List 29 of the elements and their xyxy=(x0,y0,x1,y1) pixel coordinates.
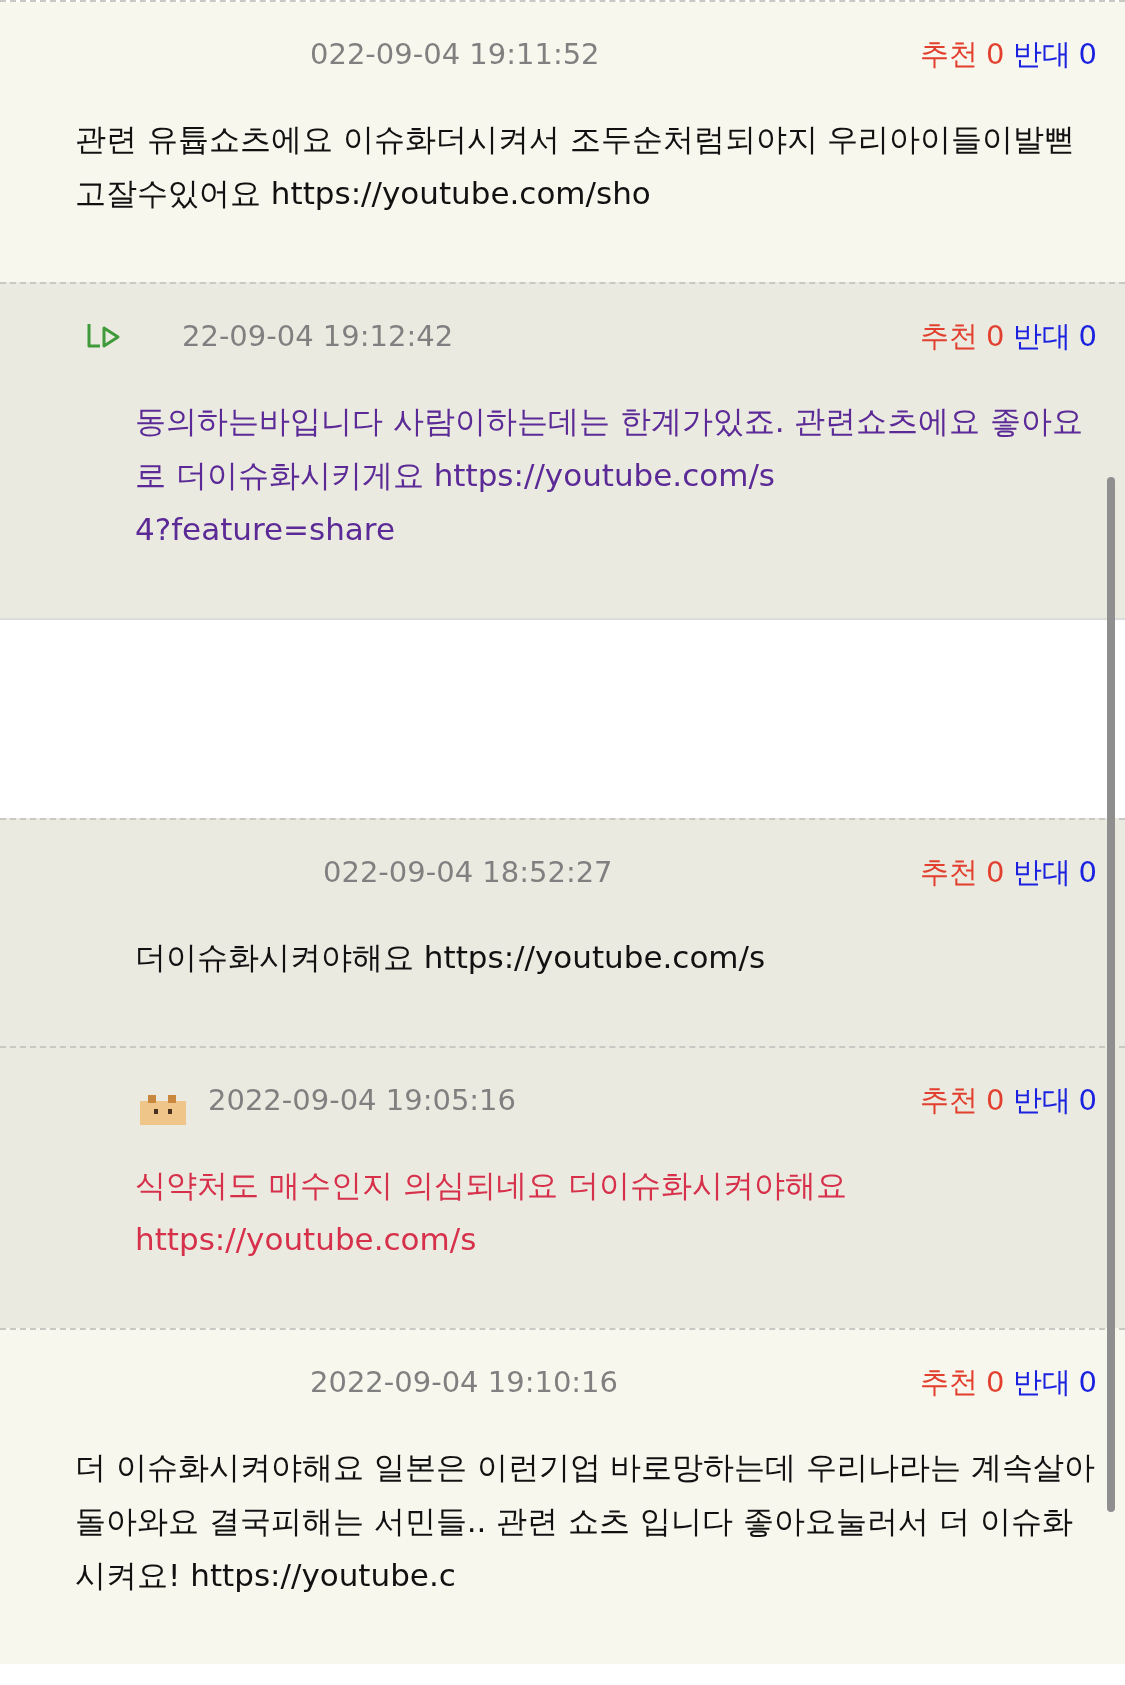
upvote-count: 0 xyxy=(986,318,1005,356)
comment-date: 22-09-04 19:12:42 xyxy=(182,318,454,356)
comment-text: 더 이슈화시켜야해요 일본은 이런기업 바로망하는데 우리나라는 계속살아돌아와요 결국피해는 서민들.. 관련 쇼츠 입니다 좋아요눌러서 더 이슈화시켜요! https://youtube.c xyxy=(75,1448,1097,1595)
downvote-count: 0 xyxy=(1078,1082,1097,1120)
downvote-count: 0 xyxy=(1078,318,1097,356)
scrollbar[interactable] xyxy=(1107,477,1115,1512)
upvote-label[interactable]: 추천 xyxy=(920,1361,979,1405)
upvote-count: 0 xyxy=(986,1082,1005,1120)
upvote-label[interactable]: 추천 xyxy=(920,33,979,77)
downvote-label[interactable]: 반대 xyxy=(1012,1361,1071,1405)
comment-date: 022-09-04 19:11:52 xyxy=(310,36,600,74)
downvote-label[interactable]: 반대 xyxy=(1012,315,1071,359)
comment-text: 4?feature=share xyxy=(135,510,396,549)
comment-text: 더이슈화시켜야해요 https://youtube.com/s xyxy=(135,938,767,977)
upvote-count: 0 xyxy=(986,854,1005,892)
comment-text: 식약처도 매수인지 의심되네요 더이슈화시켜야해요 https://youtube.com/s xyxy=(135,1166,848,1259)
comment-date: 2022-09-04 19:05:16 xyxy=(208,1082,516,1120)
comment-text: 동의하는바입니다 사람이하는데는 한계가있죠. 관련쇼츠에요 좋아요로 더이슈화시키게요 https://youtube.com/s xyxy=(135,402,1085,495)
downvote-label[interactable]: 반대 xyxy=(1012,1079,1071,1123)
comment-date: 022-09-04 18:52:27 xyxy=(323,854,613,892)
downvote-count: 0 xyxy=(1078,36,1097,74)
comment-text: 관련 유튭쇼츠에요 이슈화더시켜서 조두순처럼되야지 우리아이들이발뻗고잘수있어요 https://youtube.com/sho xyxy=(75,120,1077,213)
comment-date: 2022-09-04 19:10:16 xyxy=(310,1364,618,1402)
downvote-label[interactable]: 반대 xyxy=(1012,851,1071,895)
upvote-count: 0 xyxy=(986,1364,1005,1402)
downvote-count: 0 xyxy=(1078,854,1097,892)
upvote-count: 0 xyxy=(986,36,1005,74)
downvote-label[interactable]: 반대 xyxy=(1012,33,1071,77)
downvote-count: 0 xyxy=(1078,1364,1097,1402)
